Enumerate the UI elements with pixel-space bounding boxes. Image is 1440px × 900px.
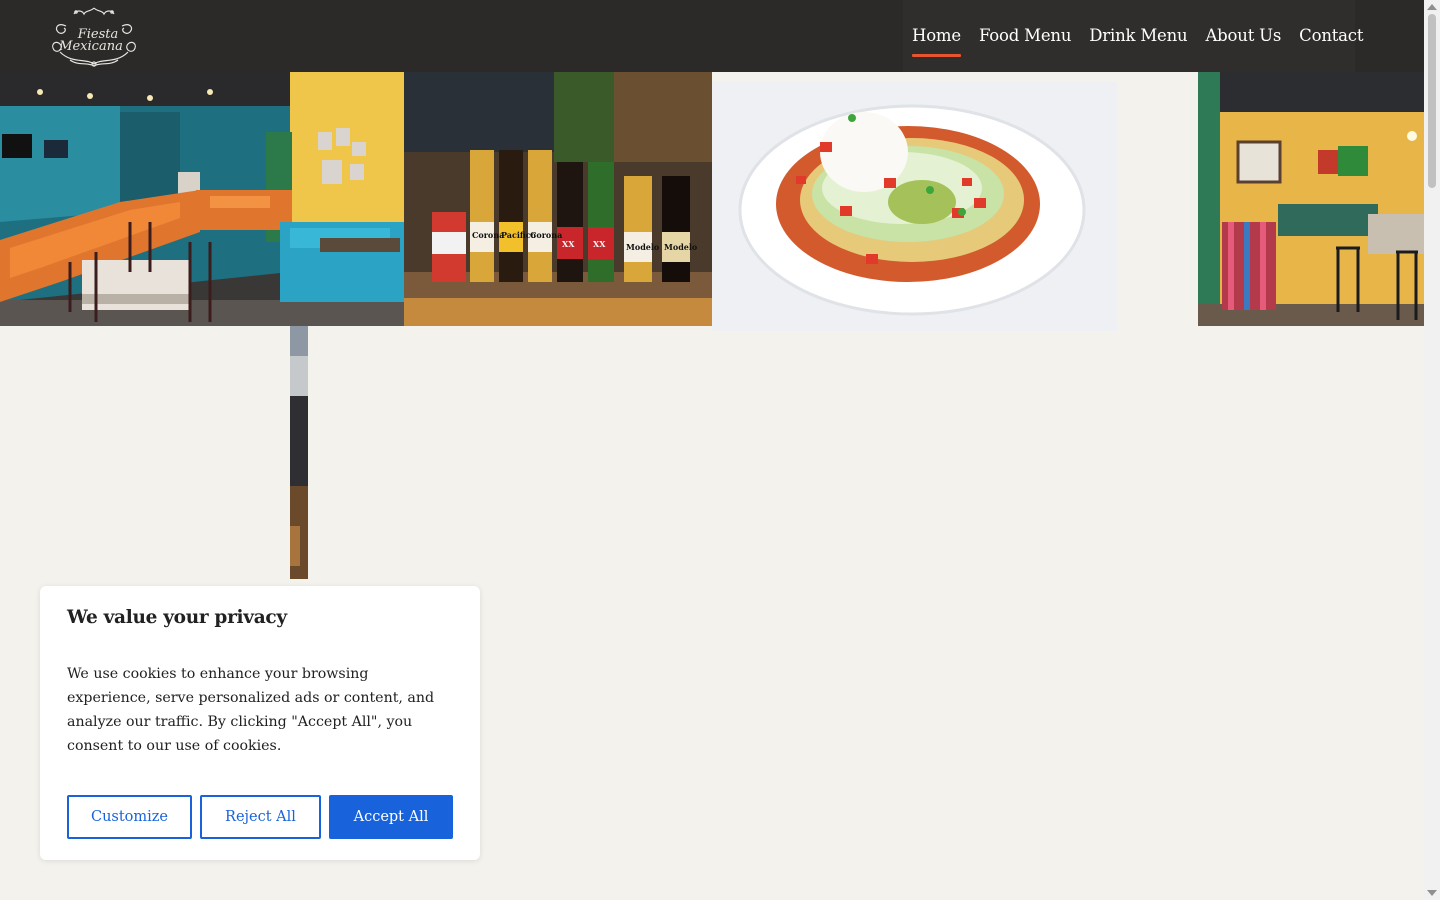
accept-all-button[interactable]: Accept All <box>329 795 453 839</box>
gallery-photo-beers[interactable]: Corona Pacifico Corona XX XX Modelo Mode… <box>404 72 712 326</box>
site-header: Fiesta Mexicana Home Food Menu Drink Men… <box>0 0 1424 72</box>
sliver-image <box>290 326 308 579</box>
nav-contact[interactable]: Contact <box>1290 26 1372 45</box>
burrito-plate-image <box>712 82 1117 331</box>
gallery-photo-dining-room-2[interactable] <box>1198 72 1424 326</box>
logo-text-line2: Mexicana <box>58 39 123 54</box>
page-scrollbar[interactable] <box>1424 0 1440 900</box>
nav-drink-menu[interactable]: Drink Menu <box>1080 26 1196 45</box>
gallery-photo-dining-room[interactable] <box>0 72 404 326</box>
dining-room-2-image <box>1198 72 1424 326</box>
reject-all-button[interactable]: Reject All <box>200 795 321 839</box>
gallery-photo-burrito[interactable] <box>712 82 1117 331</box>
cookie-banner-text: We use cookies to enhance your browsing … <box>67 666 435 754</box>
nav-food-menu[interactable]: Food Menu <box>970 26 1080 45</box>
gallery-photo-sliver[interactable] <box>290 326 308 579</box>
beer-label-6: Modelo <box>626 242 660 252</box>
beer-label-1: Corona <box>472 230 504 240</box>
dining-room-image <box>0 72 404 326</box>
beer-label-3: Corona <box>530 230 562 240</box>
beer-label-4: XX <box>562 239 575 249</box>
nav-home[interactable]: Home <box>903 26 970 57</box>
logo-graphic: Fiesta Mexicana <box>52 7 136 67</box>
cookie-consent-banner: We value your privacy We use cookies to … <box>40 586 480 860</box>
cookie-banner-title: We value your privacy <box>67 607 287 628</box>
main-nav: Home Food Menu Drink Menu About Us Conta… <box>903 0 1363 72</box>
beer-label-5: XX <box>593 239 606 249</box>
nav-about-us[interactable]: About Us <box>1196 26 1290 45</box>
scroll-up-arrow-icon[interactable] <box>1427 4 1437 10</box>
beer-bottles-image: Corona Pacifico Corona XX XX Modelo Mode… <box>404 72 712 326</box>
scrollbar-thumb[interactable] <box>1428 14 1436 188</box>
beer-label-7: Modelo <box>664 242 698 252</box>
customize-button[interactable]: Customize <box>67 795 192 839</box>
site-logo[interactable]: Fiesta Mexicana <box>46 4 142 68</box>
scroll-down-arrow-icon[interactable] <box>1427 890 1437 896</box>
